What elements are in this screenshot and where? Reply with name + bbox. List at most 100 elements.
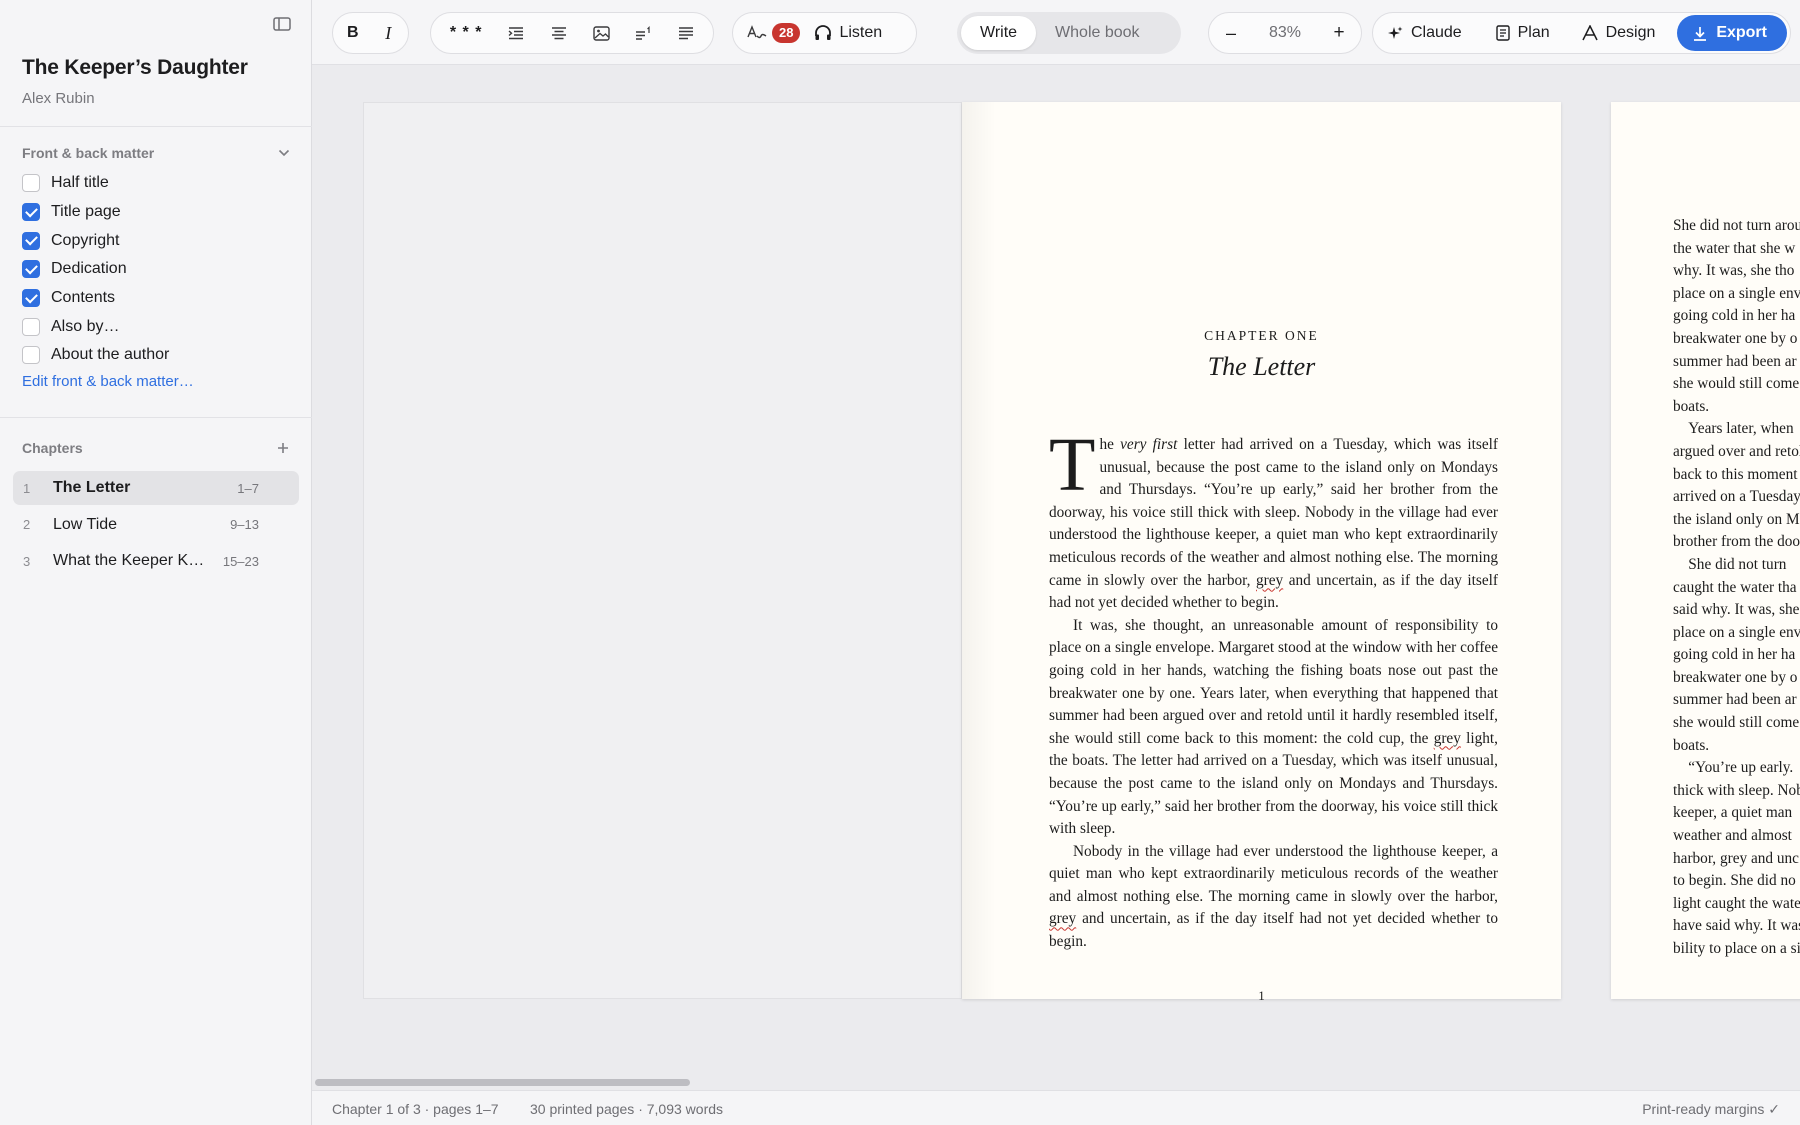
front-back-matter-header[interactable]: Front & back matter [22,145,290,161]
chapter-number: 1 [23,480,31,496]
zoom-in-button[interactable]: + [1321,15,1357,51]
matter-item-also-by[interactable]: Also by… [22,312,292,341]
text-line: going cold in her ha [1673,307,1796,325]
front-back-matter-label: Front & back matter [22,145,155,161]
text-line: harbor, grey and unc [1673,849,1799,867]
plan-button[interactable]: Plan [1486,15,1560,51]
chapters-label: Chapters [22,440,83,456]
chapter-label: CHAPTER ONE [1204,328,1319,343]
chapter-list: 1 The Letter 1–7 2 Low Tide 9–13 3 What … [13,471,299,581]
text-line: the island only on M [1673,510,1800,528]
design-button[interactable]: Design [1572,15,1666,51]
text-line: summer had been ar [1673,352,1797,370]
text-line: she would still come [1673,714,1800,732]
word-count-status: 30 printed pages · 7,093 words [530,1101,724,1117]
spellcheck-icon [747,25,767,39]
zoom-out-button[interactable]: – [1213,15,1249,51]
write-mode-tab[interactable]: Write [961,16,1037,50]
bold-button[interactable]: B [335,15,371,51]
matter-item-half-title[interactable]: Half title [22,169,292,198]
chapter-number: 2 [23,517,31,532]
chapter-item-3[interactable]: 3 What the Keeper K… 15–23 [13,544,299,578]
spelling-flag[interactable]: grey [1256,572,1283,589]
checkbox[interactable] [22,346,40,365]
margins-status: Print-ready margins ✓ [1642,1101,1780,1117]
spelling-flag[interactable]: grey [1049,910,1076,927]
issues-count-badge: 28 [772,23,801,43]
justify-icon[interactable] [668,15,704,51]
chapter-item-2[interactable]: 2 Low Tide 9–13 [13,508,299,542]
plan-label: Plan [1517,24,1550,41]
sparkle-icon [1388,26,1403,39]
proofread-button[interactable]: 28 [743,15,808,51]
next-page[interactable]: She did not turn arou the water that she … [1611,102,1800,999]
paragraph[interactable]: It was, she thought, an unreasonable amo… [1049,615,1498,841]
next-page-text[interactable]: She did not turn arou the water that she … [1673,215,1800,961]
sidebar: The Keeper’s Daughter Alex Rubin Front &… [0,0,312,1125]
text-line: She did not turn arou [1673,217,1800,234]
text-line: have said why. It was [1673,917,1800,935]
typography-icon [1581,25,1598,41]
edit-matter-link[interactable]: Edit front & back matter… [22,373,194,390]
sidebar-toggle-icon[interactable] [270,14,294,34]
checkbox[interactable] [22,231,40,250]
headphones-icon [815,25,832,40]
text-line: bility to place on a sin [1673,940,1800,957]
checkbox[interactable] [22,260,40,279]
align-center-icon[interactable] [541,15,577,51]
text-line: breakwater one by o [1673,668,1798,686]
chapter-number: 3 [23,553,31,569]
scene-break-button[interactable]: * * * [440,15,492,51]
italic-button[interactable]: I [371,15,407,51]
matter-item-label: Dedication [51,260,127,278]
format-group: B I [332,12,409,54]
indent-icon[interactable] [498,15,534,51]
text-line: back to this moment [1673,465,1798,483]
paragraph[interactable]: The very first letter had arrived on a T… [1049,427,1498,615]
chapter-body-text[interactable]: The very first letter had arrived on a T… [1049,427,1498,954]
chapter-title: Low Tide [53,515,118,533]
listen-label: Listen [839,24,883,41]
toolbar: B I * * * 28 Listen Write Whole book – 8… [312,0,1800,65]
chapter-title: The Letter [1207,352,1316,381]
matter-item-copyright[interactable]: Copyright [22,226,292,255]
checkbox[interactable] [22,203,40,222]
matter-item-contents[interactable]: Contents [22,284,292,313]
design-label: Design [1605,24,1656,41]
matter-item-dedication[interactable]: Dedication [22,255,292,284]
footnote-icon[interactable] [625,15,661,51]
text-line: she would still come [1673,375,1800,393]
listen-button[interactable]: Listen [808,15,888,51]
claude-button[interactable]: Claude [1376,15,1474,51]
chapters-header: Chapters [22,440,290,456]
image-icon[interactable] [583,15,619,51]
divider [0,417,312,418]
page-canvas[interactable]: CHAPTER ONE The Letter The very first le… [312,65,1800,1090]
recto-page[interactable]: CHAPTER ONE The Letter The very first le… [962,102,1561,1003]
blank-verso-page [363,102,962,999]
text-line: light caught the wate [1673,894,1800,912]
text-line: said why. It was, she t [1673,601,1800,619]
add-chapter-icon[interactable] [276,441,290,455]
text-line: “You’re up early. [1673,759,1794,777]
text-line: going cold in her ha [1673,646,1796,664]
matter-item-about-author[interactable]: About the author [22,341,292,370]
checkbox[interactable] [22,317,40,336]
book-author: Alex Rubin [22,90,95,107]
paragraph[interactable]: Nobody in the village had ever understoo… [1049,841,1498,954]
chapter-title: What the Keeper K… [53,552,205,569]
export-button[interactable]: Export [1677,15,1787,51]
zoom-level[interactable]: 83% [1250,24,1320,42]
document-icon [1495,25,1510,41]
checkbox[interactable] [22,289,40,308]
text-line: why. It was, she tho [1673,262,1795,280]
spelling-flag[interactable]: grey [1434,730,1461,747]
matter-item-label: Half title [51,174,109,192]
chapter-item-1[interactable]: 1 The Letter 1–7 [13,471,299,505]
matter-item-title-page[interactable]: Title page [22,198,292,227]
horizontal-scrollbar[interactable] [315,1079,690,1086]
checkbox[interactable] [22,174,40,193]
text-line: boats. [1673,736,1710,754]
chapter-pages: 15–23 [222,553,259,569]
whole-book-mode-tab[interactable]: Whole book [1036,16,1159,50]
